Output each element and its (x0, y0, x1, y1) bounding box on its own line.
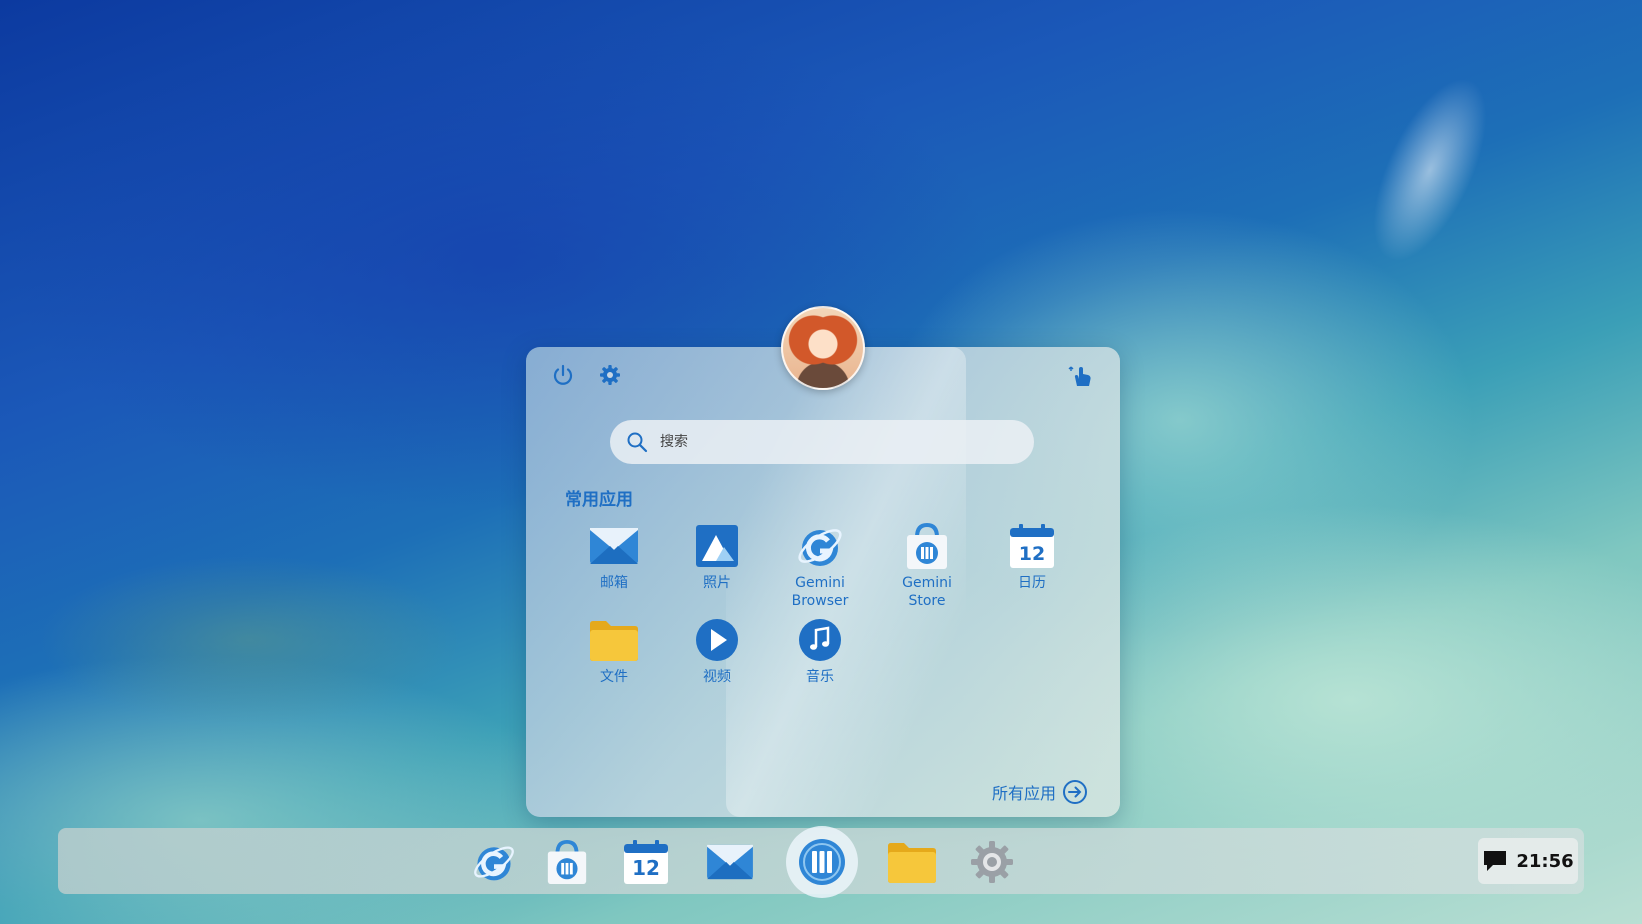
app-label: 邮箱 (600, 575, 628, 591)
touch-mode-icon[interactable] (1068, 362, 1094, 388)
system-tray[interactable]: 21:56 (1478, 838, 1578, 884)
taskbar-files[interactable] (886, 836, 938, 888)
music-icon (794, 614, 846, 666)
app-label: 日历 (1018, 575, 1046, 591)
video-icon (691, 614, 743, 666)
app-label: Gemini Store (902, 575, 952, 609)
folder-icon (888, 843, 936, 883)
calendar-day: 12 (1018, 543, 1046, 565)
photos-icon (691, 520, 743, 572)
taskbar-launcher[interactable] (796, 836, 848, 888)
app-photos[interactable]: 照片 (672, 520, 762, 592)
settings-icon (971, 841, 1013, 883)
wallpaper-surf (1248, 0, 1612, 361)
app-files[interactable]: 文件 (569, 614, 659, 686)
app-calendar[interactable]: 12 日历 (987, 520, 1077, 592)
taskbar-calendar[interactable]: 12 (620, 836, 672, 888)
section-title: 常用应用 (565, 490, 633, 510)
app-mail[interactable]: 邮箱 (569, 520, 659, 592)
app-label: 文件 (600, 669, 628, 685)
user-avatar[interactable] (781, 306, 865, 390)
app-label: Gemini Browser (791, 575, 849, 609)
app-label: 音乐 (806, 669, 834, 685)
taskbar-gemini-browser[interactable] (468, 836, 520, 888)
clock[interactable]: 21:56 (1516, 851, 1573, 872)
all-apps-button[interactable]: 所有应用 (992, 779, 1088, 805)
notification-icon[interactable] (1482, 849, 1508, 873)
app-music[interactable]: 音乐 (775, 614, 865, 686)
gear-icon[interactable] (597, 362, 623, 388)
mail-icon (707, 844, 753, 880)
all-apps-label: 所有应用 (992, 784, 1057, 803)
search-input[interactable] (658, 433, 1022, 451)
arrow-right-icon (1063, 780, 1088, 804)
taskbar-gemini-store[interactable] (541, 836, 593, 888)
search-icon (627, 432, 648, 453)
app-gemini-browser[interactable]: Gemini Browser (775, 520, 865, 610)
calendar-icon: 12 (1006, 520, 1058, 572)
app-video[interactable]: 视频 (672, 614, 762, 686)
app-gemini-store[interactable]: Gemini Store (882, 520, 972, 610)
app-label: 照片 (703, 575, 731, 591)
launcher-icon (799, 839, 845, 885)
taskbar-mail[interactable] (704, 836, 756, 888)
wallpaper-reef (0, 520, 560, 760)
gemini-store-icon (901, 520, 953, 572)
mail-icon (588, 520, 640, 572)
gemini-browser-icon (474, 846, 514, 881)
app-label: 视频 (703, 669, 731, 685)
gemini-browser-icon (794, 520, 846, 572)
calendar-icon: 12 (622, 838, 670, 886)
gemini-store-icon (547, 839, 587, 885)
power-icon[interactable] (550, 362, 576, 388)
search-box[interactable] (610, 420, 1034, 464)
taskbar-settings[interactable] (966, 836, 1018, 888)
calendar-day: 12 (632, 856, 660, 880)
folder-icon (588, 614, 640, 666)
